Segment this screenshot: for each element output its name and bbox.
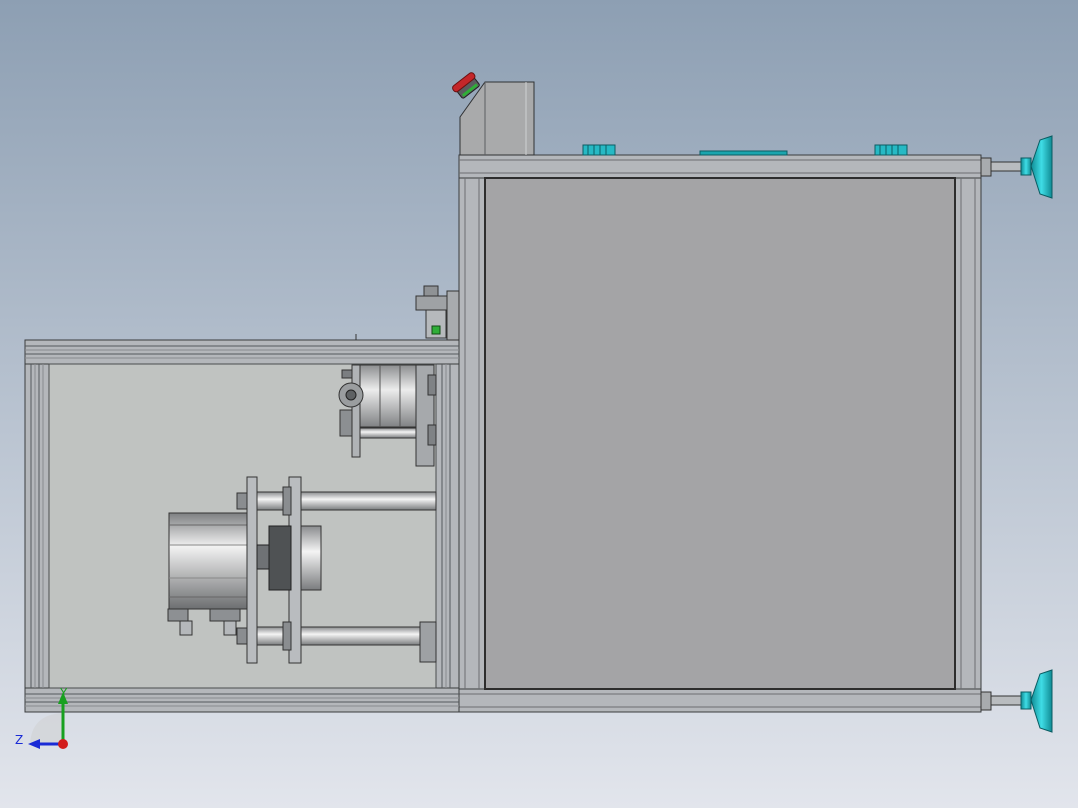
cad-drawing: Y Z — [0, 0, 1078, 808]
cabinet-left-post — [458, 177, 486, 690]
cabinet-right-post — [954, 177, 982, 690]
left-frame-top-profile — [24, 339, 460, 365]
cabinet-bottom-rail — [458, 688, 982, 713]
left-frame-right-post — [435, 363, 460, 689]
axis-y-label: Y — [59, 686, 68, 700]
cabinet-side-panel — [484, 177, 956, 690]
main-cabinet — [458, 154, 982, 713]
left-frame-bottom-profile — [24, 687, 460, 713]
axis-z-label: Z — [15, 733, 23, 747]
left-frame-left-post — [24, 363, 50, 689]
cad-viewport[interactable]: Y Z — [0, 0, 1078, 808]
cabinet-top-rail — [458, 154, 982, 179]
